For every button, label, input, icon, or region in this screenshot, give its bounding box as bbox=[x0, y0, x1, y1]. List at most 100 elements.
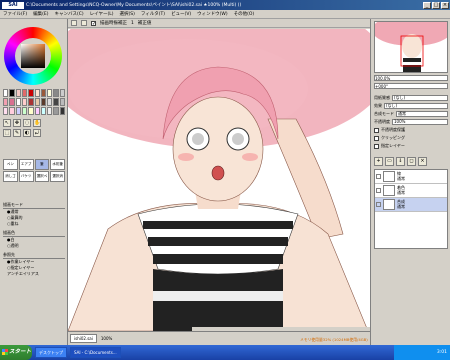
new-layer-icon[interactable]: + bbox=[374, 157, 383, 166]
blend-mode-select[interactable]: 通常 bbox=[396, 111, 448, 117]
select-tool-icon[interactable]: ⬚ bbox=[3, 129, 11, 137]
pan-tool-icon[interactable]: ✥ bbox=[13, 119, 21, 127]
layer-list: 線通常 着色 通常 合成 通常 bbox=[374, 169, 448, 249]
system-tray: 3:01 bbox=[394, 345, 450, 360]
mode-header: 描画モード bbox=[3, 202, 65, 209]
brush-bucket[interactable]: バケツ bbox=[18, 171, 34, 182]
merge-layer-icon[interactable]: ⇓ bbox=[396, 157, 405, 166]
app-logo: SAI bbox=[2, 1, 24, 9]
clip-checkbox[interactable] bbox=[374, 135, 379, 141]
eye-icon[interactable] bbox=[376, 188, 381, 193]
pen-tool-icon[interactable]: ✎ bbox=[13, 129, 21, 137]
brush-grid: ペン エアブラシ 筆 水彩筆 消しゴム バケツ 選択ペン 選択消 bbox=[3, 159, 65, 182]
tool-palette: ↖ ✥ ◌ ✋ ⬚ ✎ ◐ ⤾ bbox=[3, 119, 65, 139]
minimize-button[interactable]: _ bbox=[423, 1, 431, 9]
layer-thumbnail bbox=[383, 185, 395, 196]
zoom-field[interactable]: 100.0% bbox=[374, 75, 448, 81]
redo-icon[interactable] bbox=[81, 20, 87, 26]
undo-icon[interactable] bbox=[71, 20, 77, 26]
colorpicker-tool-icon[interactable]: ◐ bbox=[23, 129, 31, 137]
stabilizer-value[interactable]: 1 bbox=[131, 21, 134, 26]
angle-field[interactable]: +000° bbox=[374, 83, 448, 89]
layer-mode: 通常 bbox=[397, 175, 405, 181]
layer-mode: 通常 bbox=[397, 189, 405, 195]
clear-layer-icon[interactable]: ◻ bbox=[407, 157, 416, 166]
brush-options: 描画モード ●通常 ○乗算的 ○重ね 描画色 ●白 ○透明 参照先 ●作業レイヤ… bbox=[3, 199, 65, 277]
clip-label: クリッピング bbox=[381, 135, 405, 140]
move-tool-icon[interactable]: ↖ bbox=[3, 119, 11, 127]
window-title: C:\Documents and Settings\NCQ-Owner\My D… bbox=[26, 3, 242, 8]
brush-brush[interactable]: 筆 bbox=[34, 159, 50, 170]
taskbar: スタート デスクトップ SAI - C:\Documents... 3:01 bbox=[0, 345, 450, 360]
stabilizer-checkbox[interactable]: ✓ bbox=[91, 20, 96, 26]
menu-other[interactable]: その他(O) bbox=[234, 11, 255, 17]
color-option[interactable]: ○透明 bbox=[3, 243, 65, 249]
new-folder-icon[interactable]: ▭ bbox=[385, 157, 394, 166]
menu-layer[interactable]: レイヤー(L) bbox=[90, 11, 114, 17]
hand-tool-icon[interactable]: ✋ bbox=[33, 119, 41, 127]
navigator-preview[interactable] bbox=[374, 21, 448, 73]
taskbar-task-active[interactable]: SAI - C:\Documents... bbox=[70, 347, 121, 358]
layer-thumbnail bbox=[383, 171, 395, 182]
saturation-square[interactable] bbox=[21, 44, 45, 68]
protect-checkbox[interactable] bbox=[374, 127, 379, 133]
layer-properties: 用紙質感 (なし) 効果 (なし) 合成モード 通常 不透明度 100% 不透明度保護 … bbox=[374, 95, 448, 151]
layer-item[interactable]: 合成 通常 bbox=[375, 198, 447, 212]
menu-canvas[interactable]: キャンバス(C) bbox=[54, 11, 83, 17]
brush-pen[interactable]: ペン bbox=[3, 159, 18, 170]
brush-eraser[interactable]: 消しゴム bbox=[3, 171, 18, 182]
ref-header: 参照先 bbox=[3, 252, 65, 259]
title-bar: SAI C:\Documents and Settings\NCQ-Owner\… bbox=[0, 0, 450, 10]
brush-select-pen[interactable]: 選択ペン bbox=[34, 171, 50, 182]
blend-mode-label: 合成モード bbox=[374, 111, 394, 116]
effect-select[interactable]: (なし) bbox=[384, 103, 448, 109]
start-button[interactable]: スタート bbox=[0, 345, 32, 360]
close-button[interactable]: × bbox=[441, 1, 449, 9]
opacity-slider[interactable]: 100% bbox=[392, 119, 448, 125]
menu-view[interactable]: ビュー(V) bbox=[171, 11, 191, 17]
clock[interactable]: 3:01 bbox=[437, 350, 447, 355]
memory-notice: メモリ使用量32% (1024MB使用/4GB) bbox=[300, 337, 368, 342]
layer-buttons: + ▭ ⇓ ◻ × bbox=[374, 157, 448, 166]
menu-bar: ファイル(F) 編集(E) キャンバス(C) レイヤー(L) 選択(S) フィル… bbox=[0, 10, 450, 19]
layer-item[interactable]: 線通常 bbox=[375, 170, 447, 184]
canvas-zoom: 100% bbox=[100, 336, 113, 341]
paper-texture-label: 用紙質感 bbox=[374, 95, 390, 100]
toolbar: ✓ 描画時振補正 1 補正値 bbox=[68, 19, 370, 28]
lasso-tool-icon[interactable]: ◌ bbox=[23, 119, 31, 127]
rotate-tool-icon[interactable]: ⤾ bbox=[33, 129, 41, 137]
color-swatches[interactable] bbox=[3, 89, 65, 115]
color-wheel[interactable] bbox=[4, 27, 62, 85]
eye-icon[interactable] bbox=[376, 174, 381, 179]
ref-label: 指定レイヤー bbox=[381, 143, 405, 148]
brush-watercolor[interactable]: 水彩筆 bbox=[50, 159, 65, 170]
navigator-controls: 100.0% +000° bbox=[374, 75, 448, 93]
brush-select-eraser[interactable]: 選択消 bbox=[50, 171, 65, 182]
menu-filter[interactable]: フィルタ(T) bbox=[141, 11, 165, 17]
ref-checkbox[interactable] bbox=[374, 143, 379, 149]
layer-item[interactable]: 着色 通常 bbox=[375, 184, 447, 198]
layer-thumbnail bbox=[383, 199, 395, 210]
protect-label: 不透明度保護 bbox=[381, 127, 405, 132]
layer-mode: 通常 bbox=[397, 203, 405, 209]
antialias-checkbox[interactable]: アンチエイリアス bbox=[3, 271, 65, 277]
menu-file[interactable]: ファイル(F) bbox=[3, 11, 27, 17]
taskbar-task[interactable]: デスクトップ bbox=[35, 347, 67, 358]
color-header: 描画色 bbox=[3, 230, 65, 237]
effect-label: 効果 bbox=[374, 103, 382, 108]
maximize-button[interactable]: □ bbox=[432, 1, 440, 9]
paper-texture-select[interactable]: (なし) bbox=[392, 95, 448, 101]
delete-layer-icon[interactable]: × bbox=[418, 157, 427, 166]
stabilizer-label: 描画時振補正 bbox=[100, 21, 127, 26]
drawing-canvas[interactable] bbox=[68, 29, 370, 331]
menu-edit[interactable]: 編集(E) bbox=[33, 11, 48, 17]
mode-option[interactable]: ○重ね bbox=[3, 221, 65, 227]
eye-icon[interactable] bbox=[376, 202, 381, 207]
correction-label: 補正値 bbox=[137, 21, 152, 26]
opacity-label: 不透明度 bbox=[374, 119, 390, 124]
menu-select[interactable]: 選択(S) bbox=[120, 11, 135, 17]
menu-window[interactable]: ウィンドウ(W) bbox=[197, 11, 227, 17]
artwork bbox=[68, 29, 370, 331]
brush-airbrush[interactable]: エアブラシ bbox=[18, 159, 34, 170]
canvas-tab[interactable]: ishi02.sai bbox=[70, 334, 97, 343]
